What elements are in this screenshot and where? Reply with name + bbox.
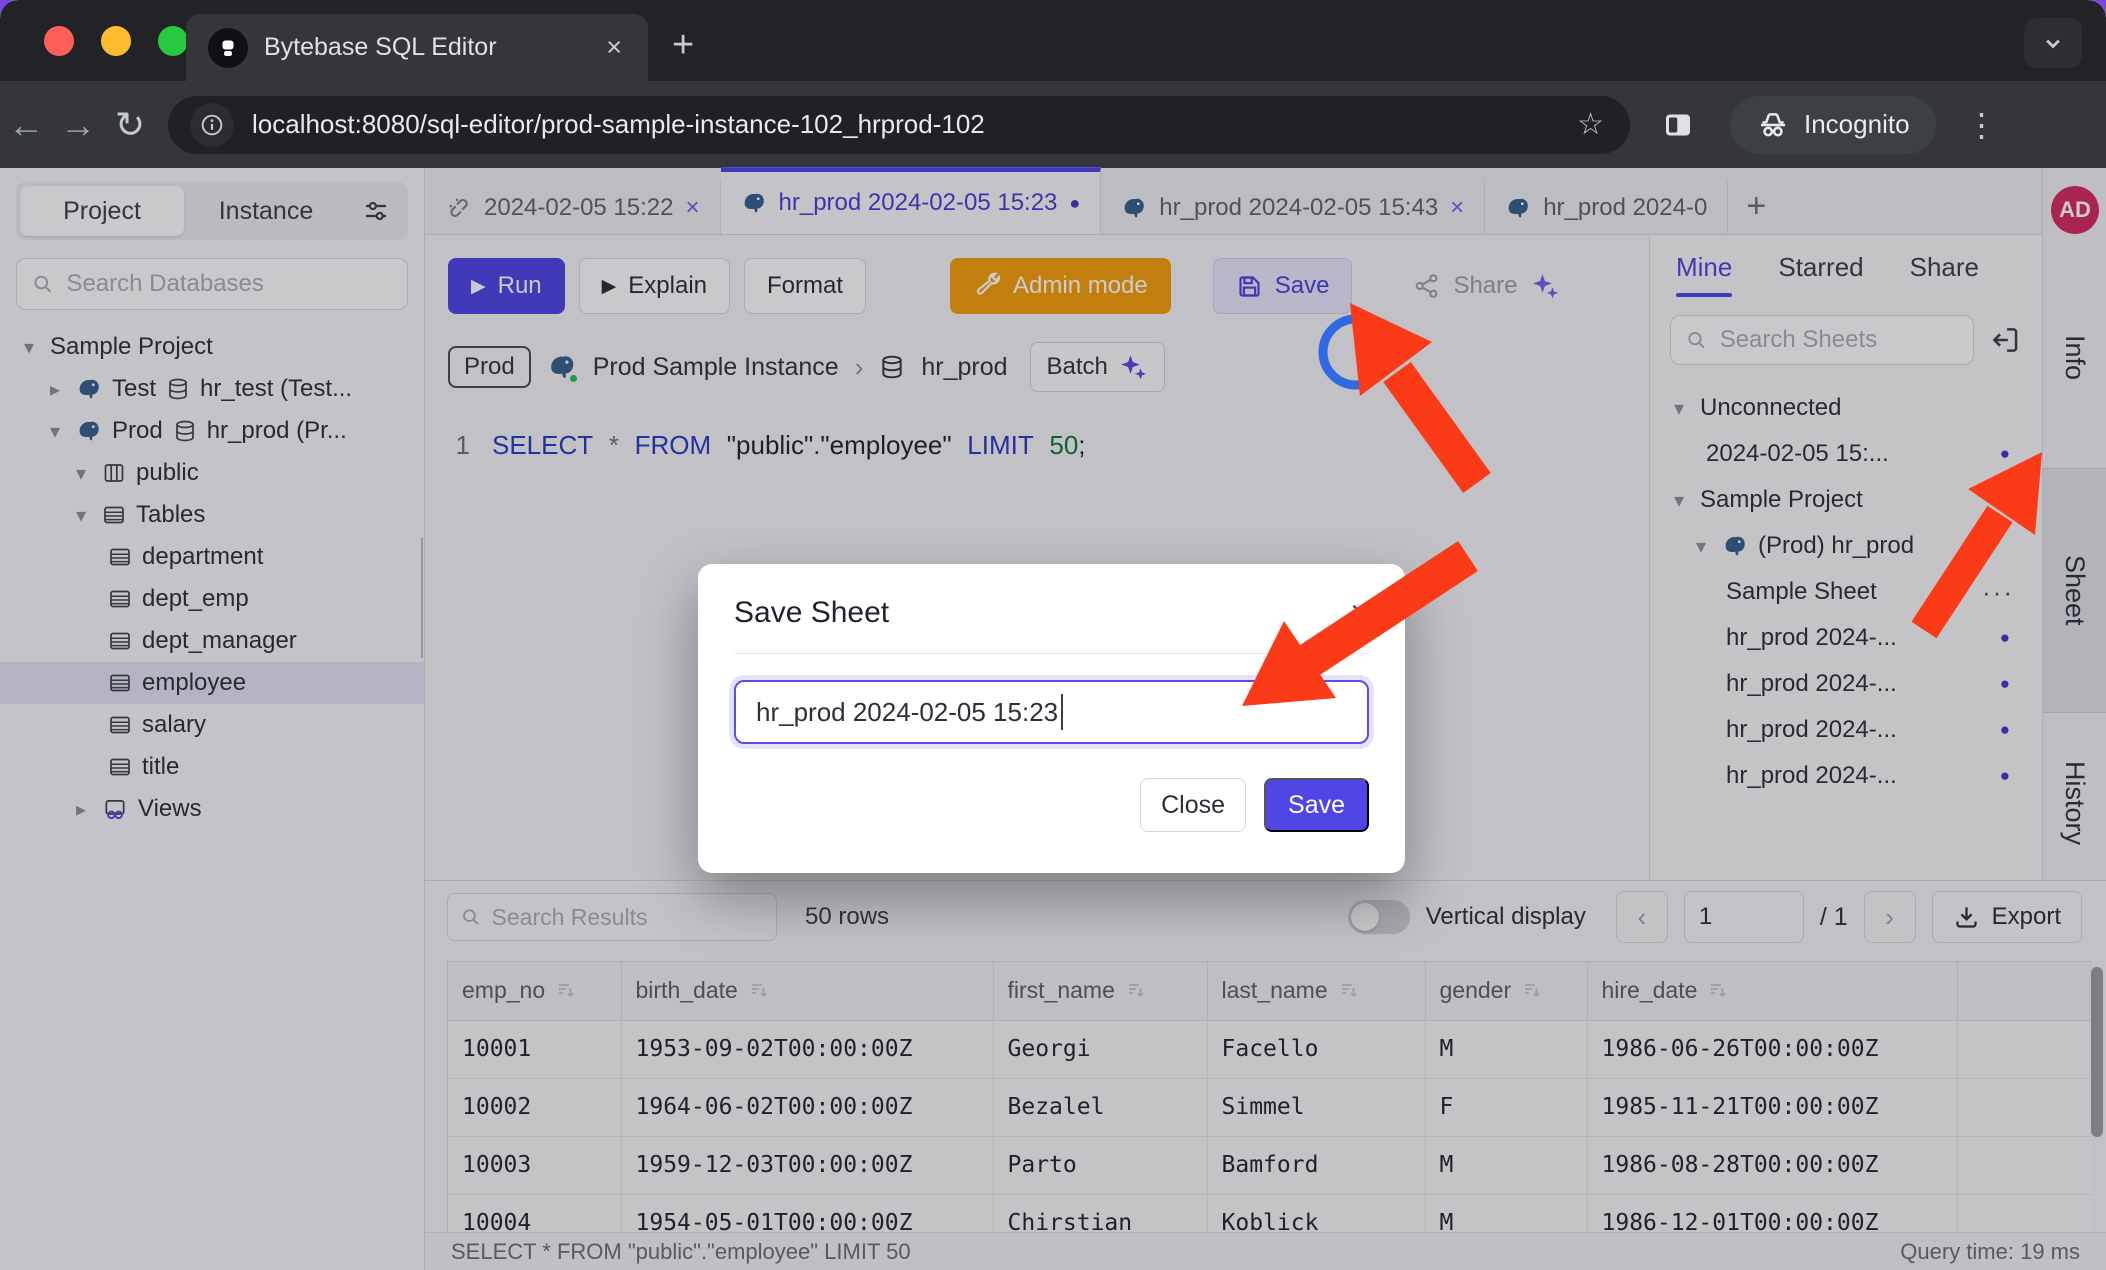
forward-icon[interactable]: →	[52, 104, 104, 146]
back-icon[interactable]: ←	[0, 104, 52, 146]
browser-toolbar: ← → ↻ localhost:8080/sql-editor/prod-sam…	[0, 81, 2106, 168]
reload-icon[interactable]: ↻	[104, 104, 156, 146]
browser-window: Bytebase SQL Editor × + ← → ↻ localhost:…	[0, 0, 2106, 1270]
sheet-name-input[interactable]: hr_prod 2024-02-05 15:23	[734, 680, 1369, 744]
browser-tab[interactable]: Bytebase SQL Editor ×	[186, 14, 648, 81]
close-icon[interactable]: ×	[1350, 594, 1369, 631]
close-window-button[interactable]	[44, 26, 74, 56]
tab-close-icon[interactable]: ×	[602, 32, 626, 63]
traffic-lights	[44, 26, 188, 56]
dialog-title: Save Sheet	[734, 596, 889, 630]
zoom-window-button[interactable]	[158, 26, 188, 56]
sheet-name-value: hr_prod 2024-02-05 15:23	[756, 697, 1058, 728]
text-caret	[1061, 694, 1063, 730]
save-sheet-dialog: Save Sheet × hr_prod 2024-02-05 15:23 Cl…	[698, 564, 1405, 873]
new-tab-button[interactable]: +	[672, 26, 694, 64]
minimize-window-button[interactable]	[101, 26, 131, 56]
dialog-divider	[734, 653, 1369, 654]
close-button[interactable]: Close	[1140, 778, 1246, 832]
bookmark-star-icon[interactable]: ☆	[1577, 107, 1608, 142]
incognito-label: Incognito	[1804, 109, 1910, 140]
browser-tabstrip: Bytebase SQL Editor × +	[0, 0, 2106, 81]
url-text[interactable]: localhost:8080/sql-editor/prod-sample-in…	[252, 109, 1559, 140]
incognito-spy-icon	[1756, 108, 1790, 142]
url-bar[interactable]: localhost:8080/sql-editor/prod-sample-in…	[168, 96, 1630, 154]
side-panel-icon[interactable]	[1660, 107, 1696, 143]
tab-search-button[interactable]	[2024, 18, 2082, 68]
browser-tab-title: Bytebase SQL Editor	[264, 33, 586, 62]
site-info-icon[interactable]	[190, 103, 234, 147]
chevron-down-icon	[2039, 29, 2067, 57]
browser-menu-icon[interactable]: ⋮	[1966, 106, 1998, 144]
incognito-badge: Incognito	[1730, 96, 1936, 154]
dialog-save-button[interactable]: Save	[1264, 778, 1369, 832]
bytebase-favicon	[208, 28, 248, 68]
